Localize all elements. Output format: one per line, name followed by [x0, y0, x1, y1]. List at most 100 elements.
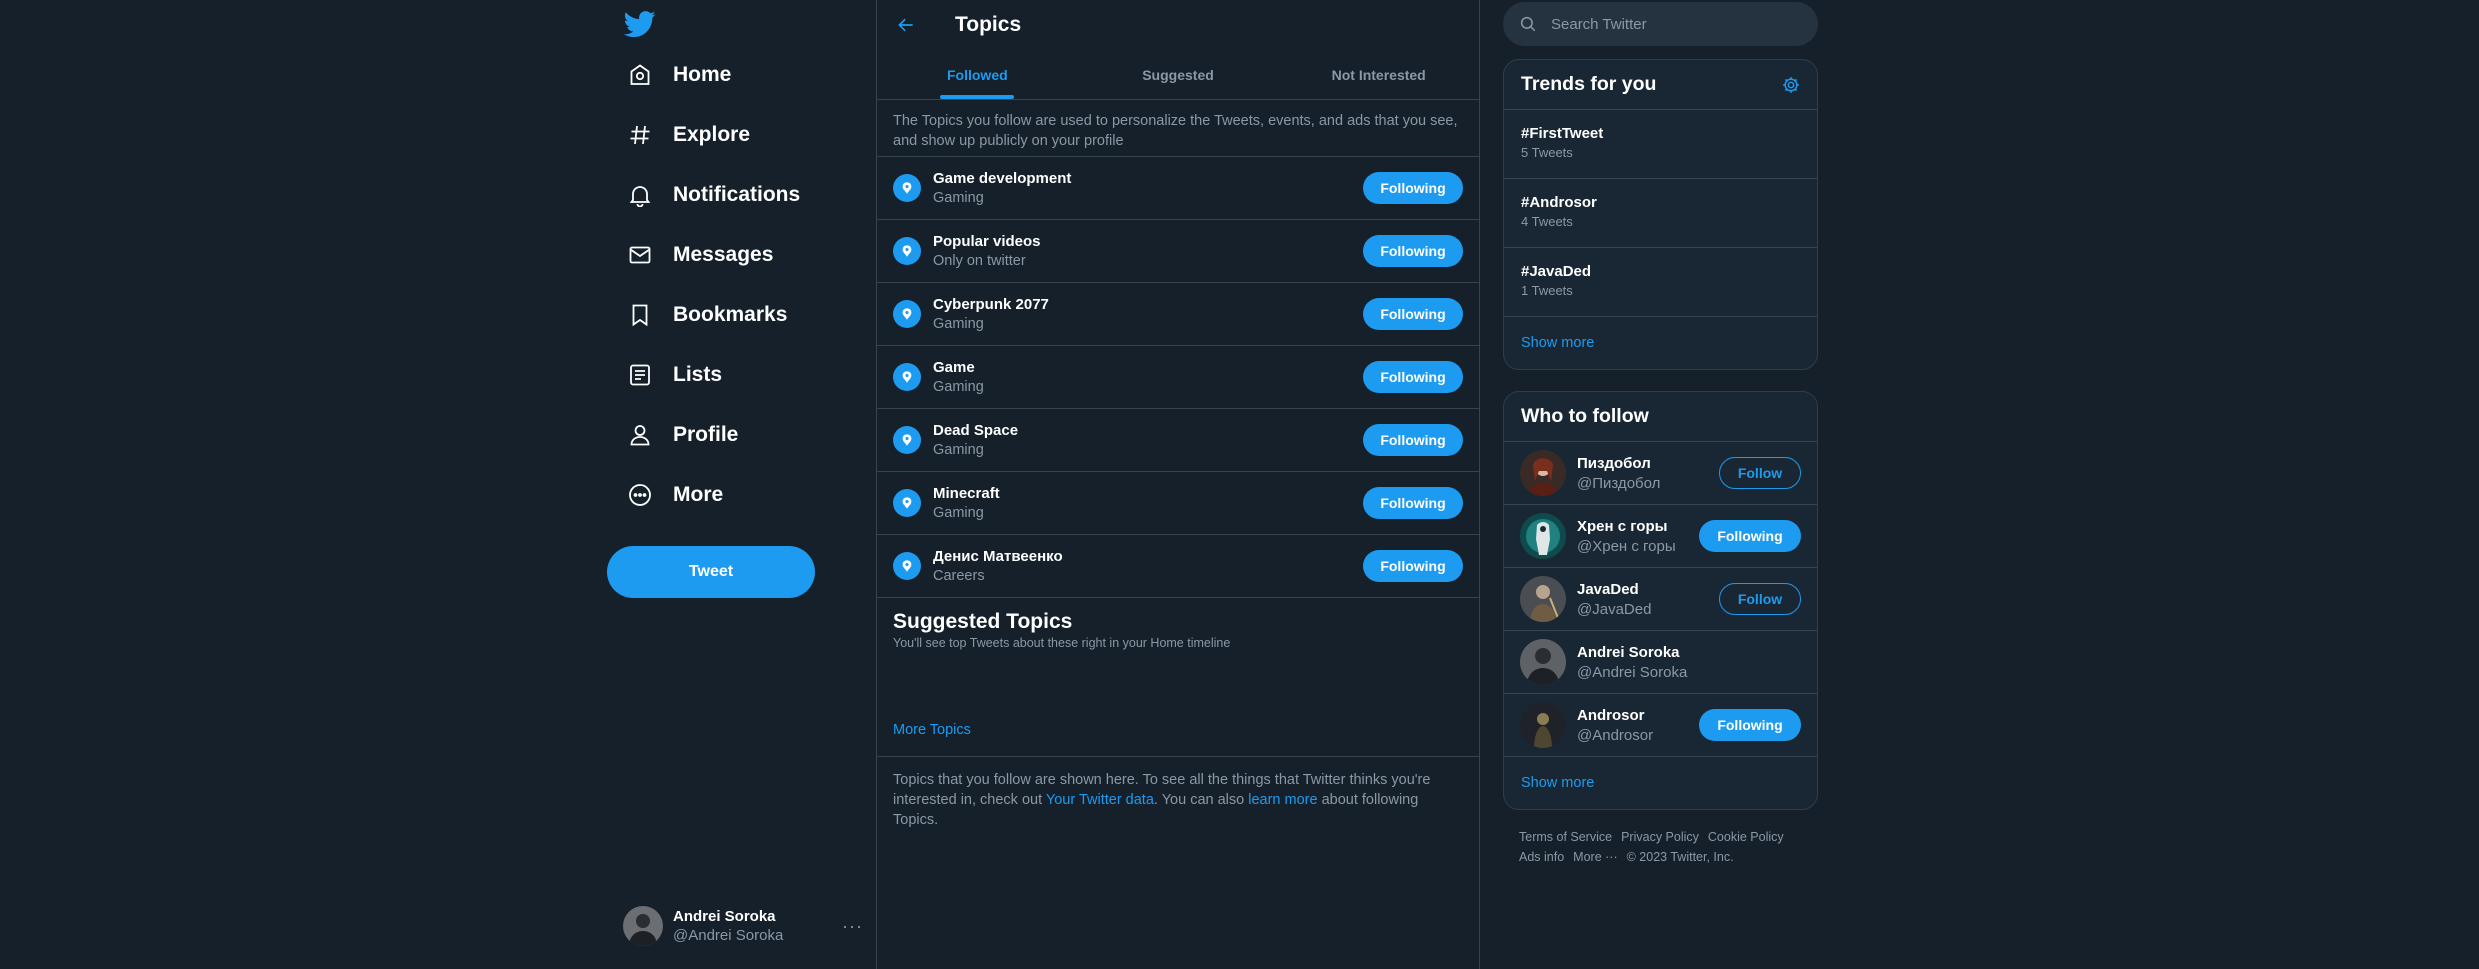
topic-row[interactable]: Minecraft Gaming Following [877, 472, 1479, 535]
back-arrow-icon[interactable] [893, 12, 919, 38]
twitter-data-link[interactable]: Your Twitter data [1046, 792, 1154, 808]
more-topics-link[interactable]: More Topics [893, 722, 971, 738]
show-more-link[interactable]: Show more [1504, 317, 1817, 369]
topic-category: Gaming [933, 316, 984, 332]
topic-icon [893, 363, 921, 391]
following-button[interactable]: Following [1699, 709, 1801, 741]
search-icon [1519, 15, 1537, 33]
topic-category: Gaming [933, 505, 984, 521]
topic-name: Cyberpunk 2077 [933, 296, 1049, 313]
bookmark-icon [627, 302, 653, 328]
topic-row[interactable]: Dead Space Gaming Following [877, 409, 1479, 472]
nav-item-label: Notifications [673, 183, 801, 206]
copyright: © 2023 Twitter, Inc. [1626, 850, 1734, 864]
following-button[interactable]: Following [1363, 550, 1463, 582]
panel-title: Trends for you [1521, 73, 1657, 95]
tab-suggested[interactable]: Suggested [1078, 50, 1279, 99]
more-link[interactable]: More ··· [1573, 850, 1617, 864]
user-suggestion[interactable]: Andrei Soroka @Andrei Soroka [1504, 631, 1817, 694]
topic-row[interactable]: Game Gaming Following [877, 346, 1479, 409]
panel-title: Who to follow [1521, 405, 1649, 427]
nav-item-lists[interactable]: Lists [627, 351, 722, 399]
more-options-icon[interactable]: ··· [842, 916, 863, 937]
user-suggestion[interactable]: Пиздобол @Пиздобол Follow [1504, 442, 1817, 505]
suggested-topics-section: Suggested Topics You'll see top Tweets a… [877, 598, 1479, 757]
nav-item-notifications[interactable]: Notifications [627, 171, 800, 219]
nav-item-profile[interactable]: Profile [627, 411, 738, 459]
topic-row[interactable]: Popular videos Only on twitter Following [877, 220, 1479, 283]
nav-item-label: Messages [673, 243, 774, 266]
twitter-logo-icon[interactable] [623, 8, 658, 42]
avatar [1520, 576, 1566, 622]
topic-name: Game [933, 359, 975, 376]
show-more-link[interactable]: Show more [1504, 757, 1817, 809]
following-button[interactable]: Following [1363, 361, 1463, 393]
topic-tabs: Followed Suggested Not Interested [877, 50, 1479, 100]
user-suggestion[interactable]: Хрен с горы @Хрен с горы Following [1504, 505, 1817, 568]
trend-count: 5 Tweets [1521, 145, 1573, 160]
topic-category: Gaming [933, 442, 984, 458]
following-button[interactable]: Following [1363, 235, 1463, 267]
topic-name: Game development [933, 170, 1072, 187]
topic-category: Gaming [933, 379, 984, 395]
nav-item-more[interactable]: More [627, 471, 723, 519]
following-button[interactable]: Following [1363, 298, 1463, 330]
trend-item[interactable]: #FirstTweet 5 Tweets [1504, 110, 1817, 179]
topic-row[interactable]: Денис Матвеенко Careers Following [877, 535, 1479, 598]
tab-followed[interactable]: Followed [877, 50, 1078, 99]
follow-button[interactable]: Follow [1719, 457, 1801, 489]
privacy-link[interactable]: Privacy Policy [1621, 830, 1699, 844]
topic-icon [893, 300, 921, 328]
avatar [1520, 513, 1566, 559]
envelope-icon [627, 242, 653, 268]
follow-button[interactable]: Follow [1719, 583, 1801, 615]
terms-link[interactable]: Terms of Service [1519, 830, 1612, 844]
ads-info-link[interactable]: Ads info [1519, 850, 1564, 864]
tab-not-interested[interactable]: Not Interested [1278, 50, 1479, 99]
person-icon [627, 422, 653, 448]
user-suggestion[interactable]: Androsor @Androsor Following [1504, 694, 1817, 757]
topic-name: Денис Матвеенко [933, 548, 1063, 565]
trend-item[interactable]: #Androsor 4 Tweets [1504, 179, 1817, 248]
search-input[interactable]: Search Twitter [1503, 2, 1818, 46]
who-to-follow-panel: Who to follow Пиздобол @Пиздобол Follow Х… [1503, 391, 1818, 810]
following-button[interactable]: Following [1699, 520, 1801, 552]
nav-item-label: More [673, 483, 724, 506]
home-icon [627, 62, 653, 88]
following-button[interactable]: Following [1363, 487, 1463, 519]
following-button[interactable]: Following [1363, 172, 1463, 204]
legal-links: Terms of Service Privacy Policy Cookie Pol… [1519, 827, 1819, 867]
cookie-link[interactable]: Cookie Policy [1708, 830, 1784, 844]
learn-more-link[interactable]: learn more [1248, 792, 1317, 808]
trend-item[interactable]: #JavaDed 1 Tweets [1504, 248, 1817, 317]
account-switcher[interactable]: Andrei Soroka @Andrei Soroka ··· [623, 903, 863, 949]
gear-icon[interactable] [1781, 75, 1801, 95]
user-suggestion[interactable]: JavaDed @JavaDed Follow [1504, 568, 1817, 631]
nav-item-label: Bookmarks [673, 303, 788, 326]
trend-tag: #Androsor [1521, 194, 1597, 211]
topics-footer-note: Topics that you follow are shown here. T… [877, 757, 1479, 830]
nav-item-label: Lists [673, 363, 723, 386]
topic-category: Careers [933, 568, 985, 584]
topic-row[interactable]: Cyberpunk 2077 Gaming Following [877, 283, 1479, 346]
nav-item-bookmarks[interactable]: Bookmarks [627, 291, 787, 339]
list-icon [627, 362, 653, 388]
topic-list: Game development Gaming Following Popular… [877, 157, 1479, 598]
search-placeholder: Search Twitter [1551, 15, 1647, 33]
user-name: Androsor [1577, 706, 1645, 724]
following-button[interactable]: Following [1363, 424, 1463, 456]
account-name: Andrei Soroka [673, 908, 776, 925]
trend-tag: #FirstTweet [1521, 125, 1604, 142]
nav-item-label: Profile [673, 423, 739, 446]
topic-row[interactable]: Game development Gaming Following [877, 157, 1479, 220]
nav-item-explore[interactable]: Explore [627, 111, 750, 159]
topic-name: Dead Space [933, 422, 1019, 439]
user-name: Хрен с горы [1577, 517, 1668, 535]
trends-header: Trends for you [1504, 60, 1817, 110]
section-title: Suggested Topics [893, 610, 1073, 633]
section-subtitle: You'll see top Tweets about these right … [893, 636, 1231, 650]
nav-item-home[interactable]: Home [627, 51, 731, 99]
tweet-button[interactable]: Tweet [607, 546, 815, 598]
nav-item-messages[interactable]: Messages [627, 231, 773, 279]
topics-intro-text: The Topics you follow are used to person… [877, 100, 1479, 157]
